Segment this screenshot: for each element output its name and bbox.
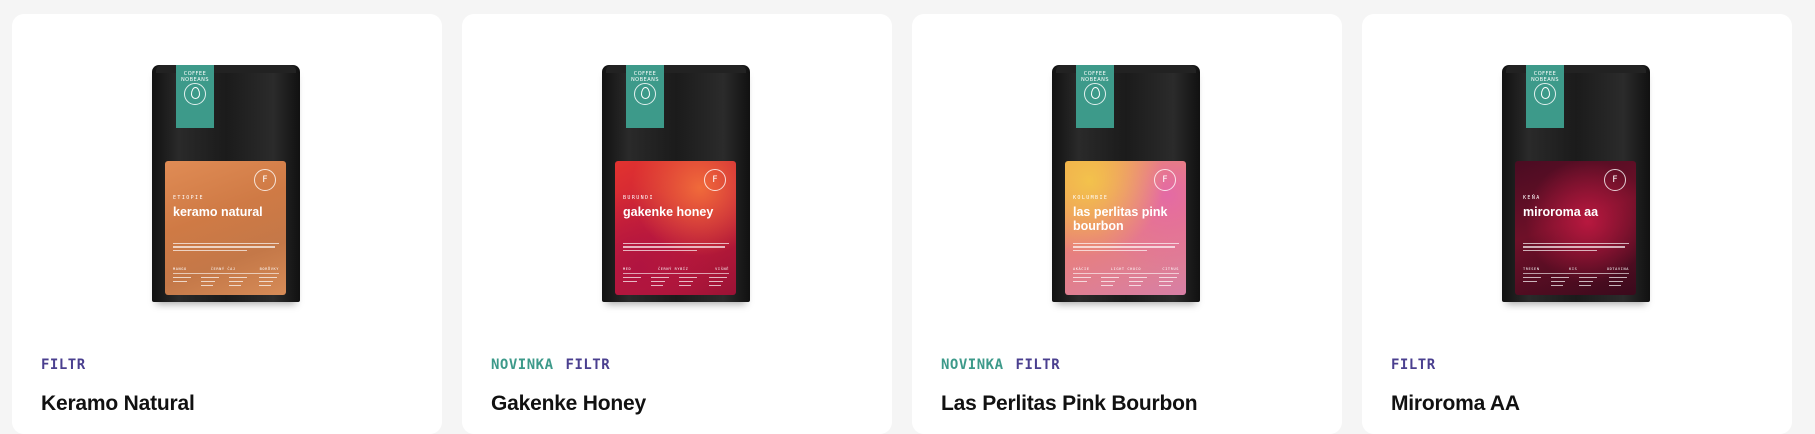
product-grid: COFFEE NOBEANS F ETIOPIE keramo natural … [0,0,1815,434]
taste-note: ČERNÝ ČAJ [210,267,236,271]
new-badge: NOVINKA [491,357,554,373]
drop-icon [1541,87,1550,99]
label-details [1523,277,1629,289]
label-origin: KOLUMBIE [1073,195,1109,201]
product-card[interactable]: COFFEE NOBEANS F KEŇA miroroma aa TRESEN [1362,14,1792,434]
new-badge: NOVINKA [941,357,1004,373]
brand-tag: COFFEE NOBEANS [1076,65,1114,128]
badge-row: FILTR [1391,356,1448,373]
taste-note: AKÁCIE [1073,267,1090,271]
taste-note: ČERNÝ RYBÍZ [658,267,689,271]
taste-note: KIS [1569,267,1578,271]
taste-note: TRESEN [1523,267,1540,271]
drop-icon [1091,87,1100,99]
badge-row: NOVINKA FILTR [941,356,1072,373]
label-coffee-name: miroroma aa [1523,205,1599,219]
product-image[interactable]: COFFEE NOBEANS F BURUNDI gakenke honey M… [602,65,750,302]
category-badge: FILTR [565,357,611,373]
label-taste-notes: MANGO ČERNÝ ČAJ BORŮVKY [173,267,279,274]
brand-tag: COFFEE NOBEANS [1526,65,1564,128]
product-title[interactable]: Las Perlitas Pink Bourbon [941,391,1198,417]
label-taste-notes: MED ČERNÝ RYBÍZ VIŠNĚ [623,267,729,274]
product-title[interactable]: Miroroma AA [1391,391,1520,417]
category-badge: FILTR [41,357,86,373]
label-description [1073,241,1179,253]
product-title[interactable]: Keramo Natural [41,391,195,417]
brand-logo-text: COFFEE NOBEANS [1530,71,1560,83]
coffee-bag: COFFEE NOBEANS F BURUNDI gakenke honey M… [602,65,750,302]
coffee-bag: COFFEE NOBEANS F KEŇA miroroma aa TRESEN [1502,65,1650,302]
product-card[interactable]: COFFEE NOBEANS F KOLUMBIE las perlitas p… [912,14,1342,434]
brand-tag: COFFEE NOBEANS [176,65,214,128]
label-coffee-name: gakenke honey [623,205,714,219]
label-details [1073,277,1179,289]
label-origin: BURUNDI [623,195,654,201]
brand-logo-text: COFFEE NOBEANS [180,71,210,83]
taste-note: BORŮVKY [259,267,279,271]
label-coffee-name: las perlitas pink bourbon [1073,205,1168,233]
filter-logo-icon: F [1604,169,1626,191]
brand-logo-text: COFFEE NOBEANS [630,71,660,83]
label-details [173,277,279,289]
drop-icon [191,87,200,99]
taste-note: MANGO [173,267,187,271]
bag-label: F KEŇA miroroma aa TRESEN KIS ODTAVINA [1515,161,1636,295]
bag-label: F KOLUMBIE las perlitas pink bourbon AKÁ… [1065,161,1186,295]
bag-label: F BURUNDI gakenke honey MED ČERNÝ RYBÍZ … [615,161,736,295]
taste-note: CITRUS [1162,267,1179,271]
coffee-bag: COFFEE NOBEANS F KOLUMBIE las perlitas p… [1052,65,1200,302]
brand-logo-text: COFFEE NOBEANS [1080,71,1110,83]
label-description [623,241,729,253]
product-image[interactable]: COFFEE NOBEANS F KOLUMBIE las perlitas p… [1052,65,1200,302]
label-description [1523,241,1629,253]
bag-label: F ETIOPIE keramo natural MANGO ČERNÝ ČAJ… [165,161,286,295]
label-description [173,241,279,253]
taste-note: ODTAVINA [1606,267,1629,271]
product-card[interactable]: COFFEE NOBEANS F ETIOPIE keramo natural … [12,14,442,434]
product-title[interactable]: Gakenke Honey [491,391,646,417]
badge-row: FILTR [41,356,98,373]
taste-note: VIŠNĚ [715,267,729,271]
coffee-bag: COFFEE NOBEANS F ETIOPIE keramo natural … [152,65,300,302]
brand-tag: COFFEE NOBEANS [626,65,664,128]
filter-logo-icon: F [254,169,276,191]
taste-note: MED [623,267,632,271]
label-taste-notes: AKÁCIE LIGHT CHOCO CITRUS [1073,267,1179,274]
category-badge: FILTR [1391,357,1436,373]
label-details [623,277,729,289]
label-coffee-name: keramo natural [173,205,263,219]
badge-row: NOVINKA FILTR [491,356,622,373]
taste-note: LIGHT CHOCO [1110,267,1142,271]
filter-logo-icon: F [1154,169,1176,191]
product-image[interactable]: COFFEE NOBEANS F KEŇA miroroma aa TRESEN [1502,65,1650,302]
label-origin: KEŇA [1523,195,1541,201]
drop-icon [641,87,650,99]
product-image[interactable]: COFFEE NOBEANS F ETIOPIE keramo natural … [152,65,300,302]
product-card[interactable]: COFFEE NOBEANS F BURUNDI gakenke honey M… [462,14,892,434]
category-badge: FILTR [1015,357,1061,373]
label-origin: ETIOPIE [173,195,204,201]
filter-logo-icon: F [704,169,726,191]
label-taste-notes: TRESEN KIS ODTAVINA [1523,267,1629,274]
